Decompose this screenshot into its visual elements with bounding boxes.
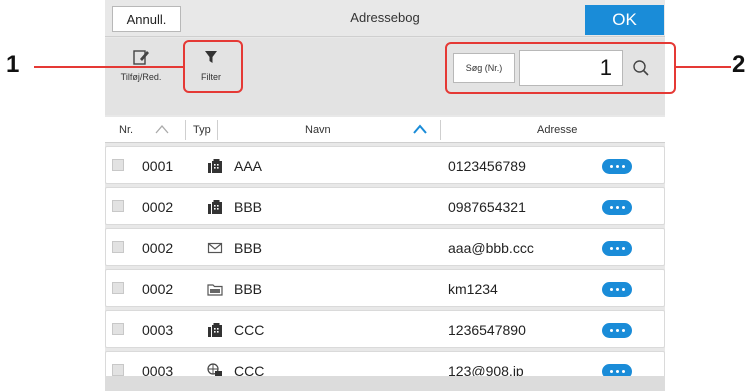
callout-filter-highlight bbox=[183, 40, 243, 93]
smb-folder-icon bbox=[206, 280, 224, 298]
row-name: AAA bbox=[234, 158, 263, 174]
row-address: 0123456789 bbox=[448, 158, 526, 174]
edit-icon bbox=[130, 46, 152, 68]
row-number: 0002 bbox=[142, 199, 174, 215]
column-nr[interactable]: Nr. bbox=[119, 117, 133, 143]
cancel-button[interactable]: Annull. bbox=[112, 6, 181, 32]
row-checkbox[interactable] bbox=[112, 241, 124, 253]
row-address: aaa@bbb.ccc bbox=[448, 240, 534, 256]
add-edit-label: Tilføj/Red. bbox=[120, 72, 162, 82]
more-options-button[interactable] bbox=[602, 282, 632, 297]
fax-icon bbox=[206, 198, 224, 216]
column-typ[interactable]: Typ bbox=[193, 117, 211, 143]
callout-number: 2 bbox=[732, 51, 746, 78]
column-divider bbox=[185, 120, 186, 140]
page-title: Adressebog bbox=[350, 10, 420, 25]
callout-search-highlight bbox=[445, 42, 676, 94]
column-divider bbox=[440, 120, 441, 140]
fax-icon bbox=[206, 321, 224, 339]
row-number: 0001 bbox=[142, 158, 174, 174]
address-list: 0001 AAA 0123456789 0002 BBB 0987654321 … bbox=[105, 146, 665, 391]
more-options-button[interactable] bbox=[602, 323, 632, 338]
column-navn[interactable]: Navn bbox=[305, 117, 331, 143]
row-address: km1234 bbox=[448, 281, 498, 297]
more-options-button[interactable] bbox=[602, 241, 632, 256]
table-row[interactable]: 0002 BBB km1234 bbox=[105, 269, 665, 307]
fax-icon bbox=[206, 157, 224, 175]
ok-button[interactable]: OK bbox=[585, 5, 664, 35]
more-options-button[interactable] bbox=[602, 159, 632, 174]
email-icon bbox=[206, 239, 224, 257]
row-checkbox[interactable] bbox=[112, 200, 124, 212]
sort-active-icon[interactable] bbox=[413, 124, 427, 137]
callout-leader-line bbox=[34, 66, 183, 68]
row-number: 0002 bbox=[142, 240, 174, 256]
callout-leader-line bbox=[676, 66, 731, 68]
row-checkbox[interactable] bbox=[112, 282, 124, 294]
row-name: BBB bbox=[234, 240, 263, 256]
more-options-button[interactable] bbox=[602, 200, 632, 215]
row-checkbox[interactable] bbox=[112, 159, 124, 171]
table-row[interactable]: 0002 BBB 0987654321 bbox=[105, 187, 665, 225]
table-row[interactable]: 0003 CCC 1236547890 bbox=[105, 310, 665, 348]
row-checkbox[interactable] bbox=[112, 364, 124, 376]
row-address: 1236547890 bbox=[448, 322, 526, 338]
column-adresse[interactable]: Adresse bbox=[537, 117, 577, 143]
row-name: BBB bbox=[234, 281, 263, 297]
table-row[interactable]: 0002 BBB aaa@bbb.ccc bbox=[105, 228, 665, 266]
row-number: 0003 bbox=[142, 322, 174, 338]
row-address: 0987654321 bbox=[448, 199, 526, 215]
table-row[interactable]: 0001 AAA 0123456789 bbox=[105, 146, 665, 184]
title-bar: Annull. Adressebog OK bbox=[105, 0, 665, 37]
list-bottom-bar bbox=[105, 376, 665, 391]
callout-number: 1 bbox=[6, 51, 20, 78]
row-name: CCC bbox=[234, 322, 265, 338]
row-checkbox[interactable] bbox=[112, 323, 124, 335]
column-divider bbox=[217, 120, 218, 140]
add-edit-button[interactable]: Tilføj/Red. bbox=[113, 46, 169, 94]
row-number: 0002 bbox=[142, 281, 174, 297]
row-name: BBB bbox=[234, 199, 263, 215]
table-header: Nr. Typ Navn Adresse bbox=[105, 117, 665, 143]
sort-up-icon[interactable] bbox=[155, 124, 169, 137]
